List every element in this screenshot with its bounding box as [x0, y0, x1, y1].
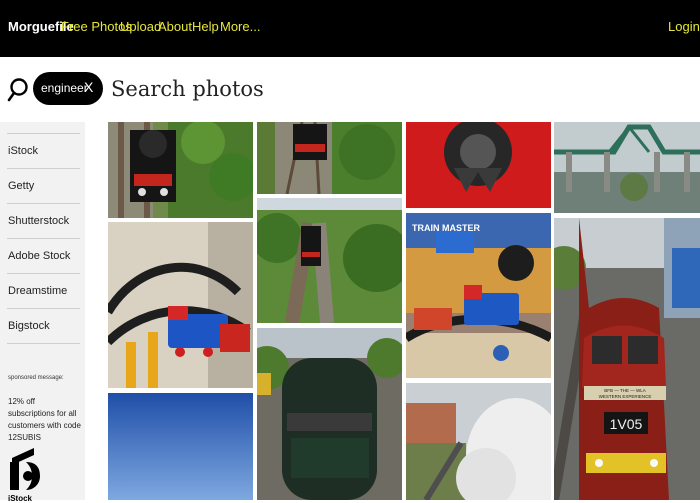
sidebar-item-label: Getty: [8, 180, 35, 192]
sidebar-item-getty[interactable]: Getty: [7, 168, 80, 202]
sidebar-item-adobe-stock[interactable]: Adobe Stock: [7, 238, 80, 272]
sidebar-item-label: Dreamstime: [8, 285, 68, 297]
locomotive-plate-line1: BFB — THE — WLA: [604, 388, 645, 393]
locomotive-plate-line2: WESTERN EXPERIENCE: [599, 394, 652, 399]
photo-steam-locomotive-model[interactable]: [108, 122, 253, 218]
search-bar: engineer X: [0, 57, 700, 122]
photo-image: [257, 328, 402, 500]
photo-image: [406, 383, 551, 500]
photo-red-engine-part[interactable]: [406, 122, 551, 208]
sponsored-sidebar: iStock Getty Shutterstock Adobe Stock Dr…: [0, 122, 85, 503]
sidebar-item-shutterstock[interactable]: Shutterstock: [7, 203, 80, 237]
nav-link-upload[interactable]: Upload: [120, 19, 161, 34]
photo-toy-train-track[interactable]: [108, 222, 253, 388]
photo-red-diesel-locomotive[interactable]: BFB — THE — WLA WESTERN EXPERIENCE 1V05: [554, 218, 700, 500]
nav-link-about[interactable]: About: [158, 19, 192, 34]
photo-image: [108, 122, 253, 218]
photo-image: [554, 122, 700, 213]
photo-image: [108, 222, 253, 388]
box-brand-text: TRAIN MASTER: [412, 223, 480, 233]
sidebar-item-bigstock[interactable]: Bigstock: [7, 308, 80, 342]
login-link[interactable]: Login /: [668, 19, 700, 34]
photo-toy-train-box[interactable]: TRAIN MASTER: [406, 213, 551, 378]
promo-text[interactable]: 12% off subscriptions for all customers …: [8, 396, 82, 444]
sponsored-label: sponsored message:: [8, 375, 64, 381]
search-tag-chip[interactable]: engineer X: [33, 72, 103, 105]
photo-image: [257, 122, 402, 194]
nav-link-more[interactable]: More...: [220, 19, 260, 34]
photo-locomotive-tracks[interactable]: [257, 122, 402, 194]
sidebar-item-label: Adobe Stock: [8, 250, 71, 262]
photo-locomotive-coal-tender[interactable]: [257, 328, 402, 500]
sidebar-item-label: Shutterstock: [8, 215, 70, 227]
photo-image: [108, 393, 253, 500]
sidebar-item-istock[interactable]: iStock: [7, 133, 80, 167]
photo-image: [406, 122, 551, 208]
remove-tag-icon[interactable]: X: [84, 79, 93, 95]
photo-train-forest-line[interactable]: [257, 198, 402, 323]
photo-blue-sky[interactable]: [108, 393, 253, 500]
photo-image: TRAIN MASTER: [406, 213, 551, 378]
search-icon[interactable]: [7, 77, 29, 103]
login-label[interactable]: Login: [668, 19, 700, 34]
istock-logo-icon[interactable]: [8, 444, 44, 490]
sidebar-item-label: Bigstock: [8, 320, 50, 332]
sidebar-divider: [7, 343, 80, 344]
photo-steam-smoke-town[interactable]: [406, 383, 551, 500]
top-navigation-bar: Morguefile Free Photos Upload About Help…: [0, 0, 700, 57]
photo-image: BFB — THE — WLA WESTERN EXPERIENCE 1V05: [554, 218, 700, 500]
istock-logo-label: iStock: [8, 494, 33, 503]
search-tag-label: engineer: [41, 81, 88, 95]
photo-image: [257, 198, 402, 323]
search-input[interactable]: [108, 73, 534, 105]
sidebar-item-label: iStock: [8, 145, 38, 157]
nav-link-help[interactable]: Help: [192, 19, 219, 34]
sidebar-item-dreamstime[interactable]: Dreamstime: [7, 273, 80, 307]
locomotive-number-text: 1V05: [610, 416, 643, 432]
photo-bridge-river[interactable]: [554, 122, 700, 213]
